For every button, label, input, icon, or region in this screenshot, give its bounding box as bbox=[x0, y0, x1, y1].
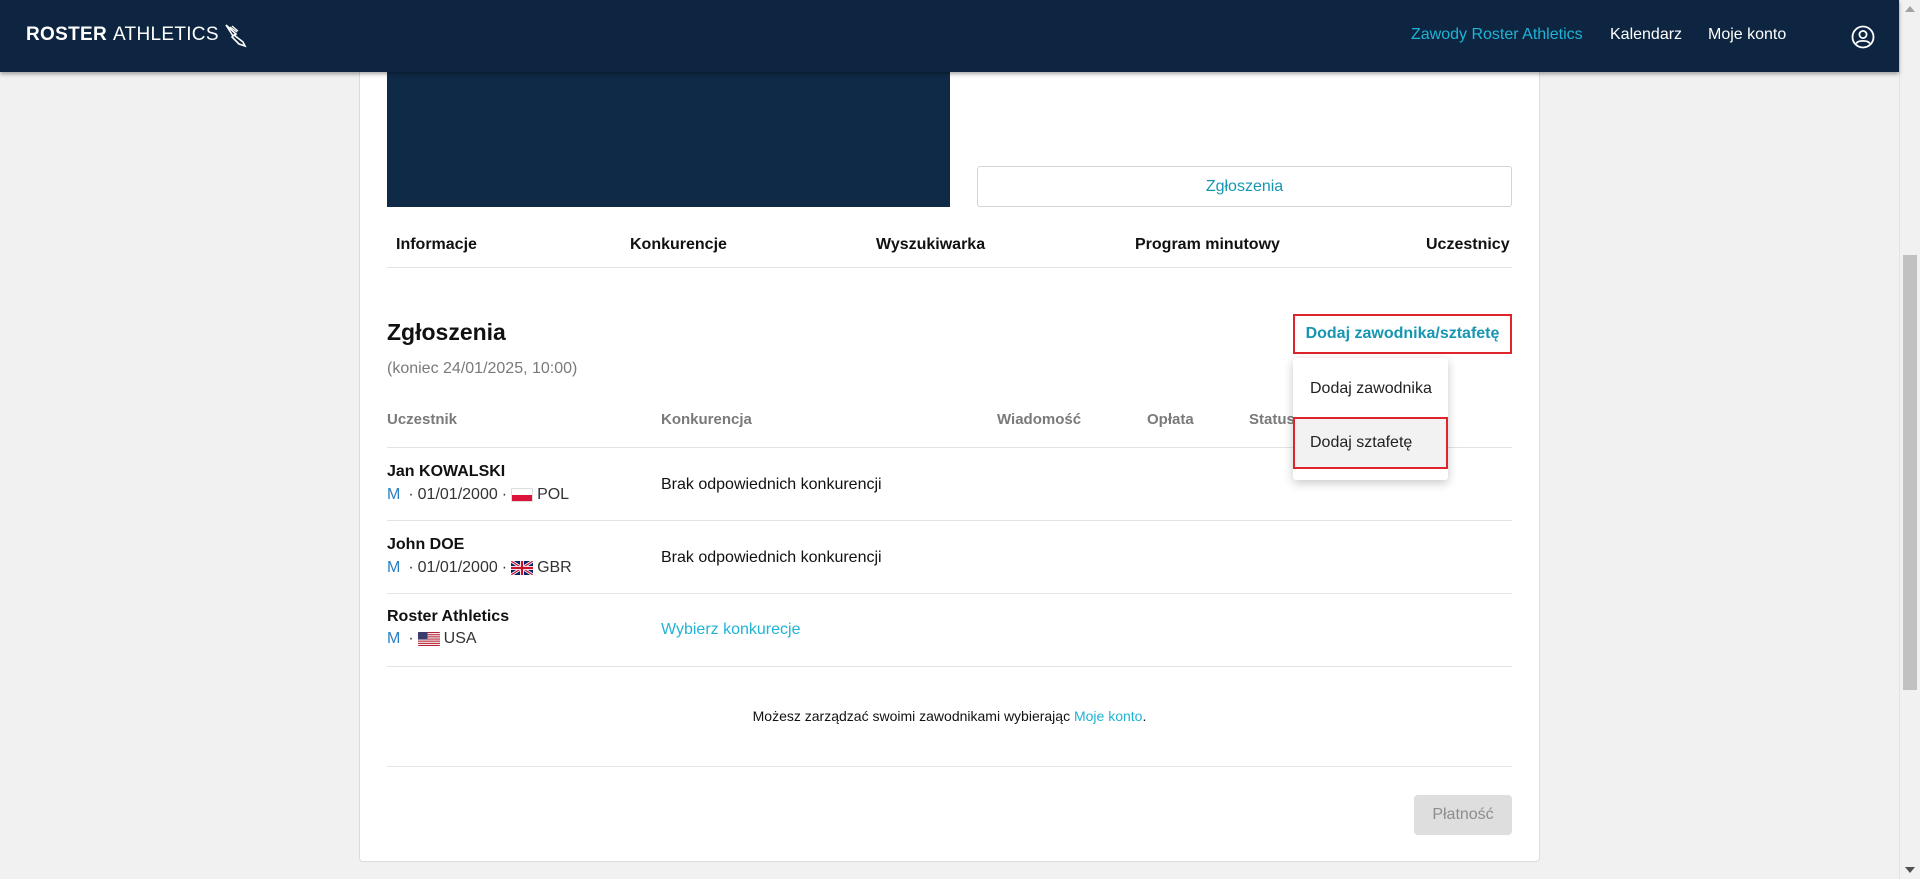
my-account-link[interactable]: Moje konto bbox=[1074, 708, 1142, 724]
participant-name: Roster Athletics bbox=[387, 608, 510, 625]
entries-button[interactable]: Zgłoszenia bbox=[977, 166, 1512, 207]
participant-meta: M · 01/01/2000 · GBR bbox=[387, 559, 572, 576]
gbr-flag-icon bbox=[511, 561, 534, 575]
participant-name: John DOE bbox=[387, 536, 465, 553]
menu-item-add-relay[interactable]: Dodaj sztafetę bbox=[1293, 417, 1448, 469]
section-divider bbox=[387, 766, 1512, 767]
column-header-event: Konkurencja bbox=[661, 411, 752, 428]
participant-country: GBR bbox=[537, 559, 572, 576]
payment-button[interactable]: Płatność bbox=[1414, 795, 1512, 835]
participant-competition: Brak odpowiednich konkurencji bbox=[661, 549, 882, 566]
column-header-status: Status bbox=[1249, 411, 1295, 428]
scroll-up-arrow-icon[interactable] bbox=[1905, 6, 1915, 12]
table-row-divider bbox=[387, 520, 1512, 521]
note-end: . bbox=[1142, 708, 1147, 724]
menu-item-add-athlete[interactable]: Dodaj zawodnika bbox=[1293, 364, 1448, 414]
main-nav: Zawody Roster Athletics Kalendarz Moje k… bbox=[0, 0, 1899, 72]
column-header-participant: Uczestnik bbox=[387, 411, 458, 428]
table-row-divider bbox=[387, 666, 1512, 667]
entries-deadline: (koniec 24/01/2025, 10:00) bbox=[387, 360, 578, 377]
user-circle-icon[interactable] bbox=[1851, 25, 1875, 49]
participant-name: Jan KOWALSKI bbox=[387, 463, 506, 480]
tab-timetable[interactable]: Program minutowy bbox=[1135, 236, 1280, 254]
top-navigation: ROSTER ATHLETICS Zawody Roster Athletics… bbox=[0, 0, 1899, 72]
participant-country: POL bbox=[537, 486, 570, 503]
manage-athletes-note: Możesz zarządzać swoimi zawodnikami wybi… bbox=[387, 708, 1512, 724]
page-title: Zgłoszenia bbox=[387, 319, 506, 345]
participant-competition: Brak odpowiednich konkurencji bbox=[661, 476, 882, 493]
add-dropdown-menu: Dodaj zawodnika Dodaj sztafetę bbox=[1293, 358, 1448, 480]
pol-flag-icon bbox=[511, 488, 534, 502]
participant-dob: 01/01/2000 bbox=[417, 559, 498, 576]
column-header-message: Wiadomość bbox=[997, 411, 1082, 428]
participant-meta: M · USA bbox=[387, 630, 477, 647]
tab-events[interactable]: Konkurencje bbox=[630, 236, 727, 254]
table-row-divider bbox=[387, 593, 1512, 594]
column-header-fee: Opłata bbox=[1147, 411, 1194, 428]
participant-meta: M · 01/01/2000 · POL bbox=[387, 486, 570, 503]
participant-gender: M bbox=[387, 630, 401, 647]
tab-search[interactable]: Wyszukiwarka bbox=[876, 236, 985, 254]
participant-gender: M bbox=[387, 559, 401, 576]
competition-banner bbox=[387, 72, 950, 207]
participant-dob: 01/01/2000 bbox=[417, 486, 498, 503]
select-events-link[interactable]: Wybierz konkurecje bbox=[661, 621, 800, 639]
add-athlete-relay-button[interactable]: Dodaj zawodnika/sztafetę bbox=[1293, 314, 1512, 354]
scroll-down-arrow-icon[interactable] bbox=[1905, 867, 1915, 873]
tab-participants[interactable]: Uczestnicy bbox=[1426, 236, 1510, 254]
nav-item-competitions[interactable]: Zawody Roster Athletics bbox=[1411, 26, 1583, 44]
competition-tabs: Informacje Konkurencje Wyszukiwarka Prog… bbox=[387, 230, 1512, 268]
nav-item-my-account[interactable]: Moje konto bbox=[1708, 26, 1786, 44]
nav-item-calendar[interactable]: Kalendarz bbox=[1610, 26, 1682, 44]
page-scrollbar[interactable] bbox=[1899, 0, 1920, 879]
participant-gender: M bbox=[387, 486, 401, 503]
tab-information[interactable]: Informacje bbox=[396, 236, 477, 254]
usa-flag-icon bbox=[417, 632, 440, 646]
note-text: Możesz zarządzać swoimi zawodnikami wybi… bbox=[752, 708, 1071, 724]
scroll-thumb[interactable] bbox=[1903, 255, 1917, 690]
participant-country: USA bbox=[443, 630, 477, 647]
